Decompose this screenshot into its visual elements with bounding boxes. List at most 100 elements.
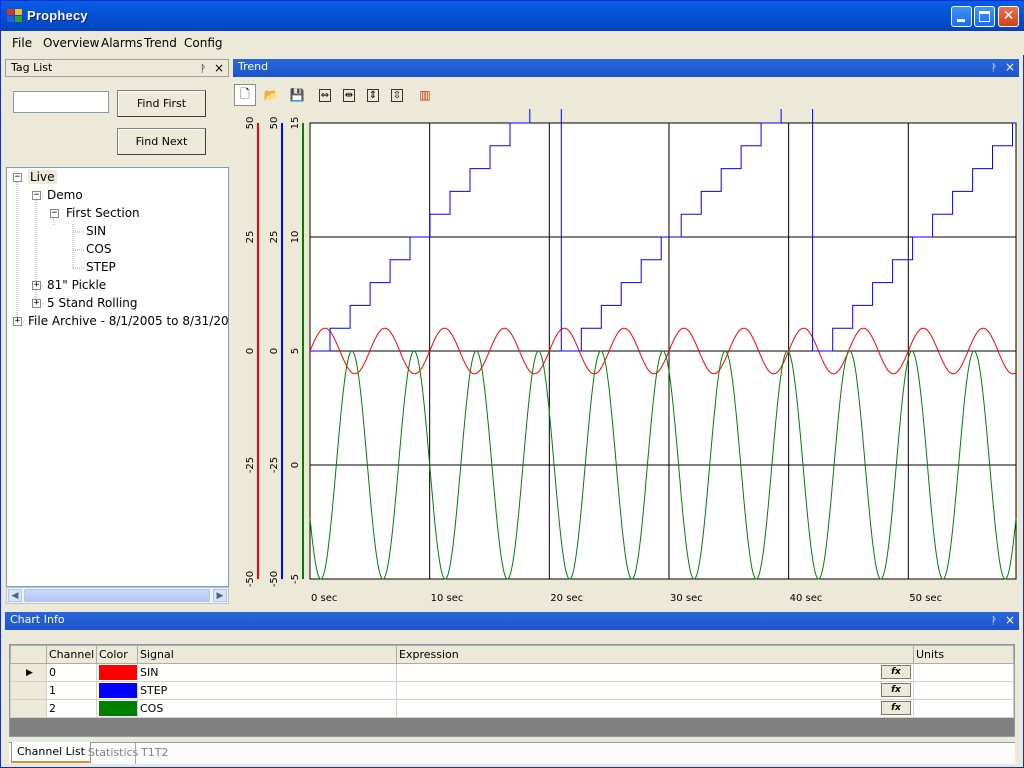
channel-grid: Channel Color Signal Expression Units ▶ … [9, 644, 1015, 737]
x-tick-label: 10 sec [431, 593, 464, 604]
menu-file[interactable]: File [12, 36, 32, 50]
app-window: Prophecy ✕ File Overview Alarms Trend Co… [0, 0, 1024, 768]
app-icon [7, 9, 23, 23]
units-cell[interactable] [913, 699, 1014, 718]
channel-cell[interactable]: 1 [46, 681, 97, 700]
horizontal-scrollbar[interactable]: ◀ ▶ [6, 587, 229, 604]
y-tick-label: 0 [290, 462, 301, 468]
channel-cell[interactable]: 2 [46, 699, 97, 718]
tab-channel-list[interactable]: Channel List [11, 742, 91, 763]
grid-header-row: Channel Color Signal Expression Units [10, 645, 1014, 664]
close-icon[interactable]: × [1005, 612, 1015, 628]
tree-node-sin[interactable]: SIN [86, 224, 106, 238]
pin-icon[interactable]: ᚹ [991, 614, 997, 630]
menu-trend[interactable]: Trend [144, 36, 177, 50]
signal-cell[interactable]: STEP [137, 681, 397, 700]
tree-node-demo[interactable]: Demo [47, 188, 83, 202]
trend-chart[interactable]: -50-2502550-50-2502550-5051015 0 sec 10 s… [233, 109, 1019, 609]
minimize-button[interactable] [951, 6, 972, 27]
new-button[interactable]: 🗋 [234, 84, 256, 106]
tree-node-cos[interactable]: COS [86, 242, 111, 256]
zoom-x-out-button[interactable]: ⇹ [338, 84, 360, 106]
row-selector[interactable] [10, 681, 47, 700]
maximize-icon [979, 11, 990, 22]
properties-button[interactable]: ▥ [414, 84, 436, 106]
tree-node-live[interactable]: Live [28, 170, 57, 184]
tree-node-file-archive[interactable]: File Archive - 8/1/2005 to 8/31/2005 [28, 314, 228, 328]
color-cell[interactable] [96, 699, 138, 718]
color-swatch [99, 683, 137, 698]
tag-search-input[interactable] [13, 91, 109, 113]
zoom-x-in-button[interactable]: ⇔ [314, 84, 336, 106]
maximize-button[interactable] [974, 6, 995, 27]
pin-icon[interactable]: ᚹ [991, 61, 997, 77]
properties-icon: ▥ [419, 88, 431, 102]
tree-node-stand-rolling[interactable]: 5 Stand Rolling [47, 296, 138, 310]
collapse-icon[interactable]: − [13, 173, 22, 182]
title-bar[interactable]: Prophecy ✕ [1, 1, 1024, 31]
y-tick-label: 25 [245, 231, 256, 244]
expression-cell[interactable]: fx [396, 699, 914, 718]
pin-icon[interactable]: ᚹ [200, 62, 206, 78]
table-row[interactable]: 1 STEP fx [10, 681, 1014, 700]
zoom-y-in-button[interactable]: ⇕ [362, 84, 384, 106]
find-next-button[interactable]: Find Next [117, 128, 206, 155]
zoom-x-out-icon: ⇹ [342, 88, 356, 102]
trend-title: Trend [238, 60, 269, 73]
table-row[interactable]: 2 COS fx [10, 699, 1014, 718]
expression-cell[interactable]: fx [396, 663, 914, 682]
expand-icon[interactable]: + [13, 317, 22, 326]
tree-node-pickle[interactable]: 81" Pickle [47, 278, 106, 292]
units-cell[interactable] [913, 663, 1014, 682]
col-channel[interactable]: Channel [46, 645, 97, 664]
y-tick-label: 15 [290, 117, 301, 130]
close-button[interactable]: ✕ [998, 6, 1019, 27]
close-icon[interactable]: × [1005, 59, 1015, 75]
collapse-icon[interactable]: − [32, 191, 41, 200]
signal-cell[interactable]: COS [137, 699, 397, 718]
scroll-right-icon[interactable]: ▶ [213, 589, 227, 602]
tab-t1t2[interactable]: T1T2 [135, 743, 173, 764]
col-expression[interactable]: Expression [396, 645, 914, 664]
menu-overview[interactable]: Overview [43, 36, 100, 50]
save-button[interactable]: 💾 [286, 84, 308, 106]
function-icon[interactable]: fx [881, 665, 911, 679]
expand-icon[interactable]: + [32, 281, 41, 290]
tree-node-first-section[interactable]: First Section [66, 206, 140, 220]
expand-icon[interactable]: + [32, 299, 41, 308]
color-cell[interactable] [96, 681, 138, 700]
x-tick-label: 30 sec [670, 593, 703, 604]
col-signal[interactable]: Signal [137, 645, 397, 664]
zoom-y-out-icon: ⇳ [390, 88, 404, 102]
col-color[interactable]: Color [96, 645, 138, 664]
tree-node-step[interactable]: STEP [86, 260, 116, 274]
expression-cell[interactable]: fx [396, 681, 914, 700]
y-axes: -50-2502550-50-2502550-5051015 [245, 117, 304, 587]
menu-alarms[interactable]: Alarms [101, 36, 143, 50]
color-cell[interactable] [96, 663, 138, 682]
scroll-thumb[interactable] [24, 589, 210, 602]
y-tick-label: 5 [290, 348, 301, 354]
close-icon[interactable]: × [214, 60, 224, 76]
row-selector[interactable] [10, 699, 47, 718]
y-tick-label: 50 [269, 117, 280, 130]
find-first-button[interactable]: Find First [117, 90, 206, 117]
x-tick-label: 40 sec [790, 593, 823, 604]
function-icon[interactable]: fx [881, 683, 911, 697]
collapse-icon[interactable]: − [50, 209, 59, 218]
channel-cell[interactable]: 0 [46, 663, 97, 682]
chart-info-tabs: Channel List Statistics T1T2 [9, 742, 1015, 764]
tag-list-title: Tag List [11, 61, 53, 74]
menu-bar: File Overview Alarms Trend Config [1, 31, 1024, 55]
menu-config[interactable]: Config [184, 36, 223, 50]
units-cell[interactable] [913, 681, 1014, 700]
save-icon: 💾 [289, 88, 305, 102]
signal-cell[interactable]: SIN [137, 663, 397, 682]
col-units[interactable]: Units [913, 645, 1014, 664]
zoom-y-out-button[interactable]: ⇳ [386, 84, 408, 106]
open-button[interactable]: 📂 [260, 84, 282, 106]
x-tick-label: 50 sec [909, 593, 942, 604]
table-row[interactable]: ▶ 0 SIN fx [10, 663, 1014, 682]
scroll-left-icon[interactable]: ◀ [8, 589, 22, 602]
function-icon[interactable]: fx [881, 701, 911, 715]
